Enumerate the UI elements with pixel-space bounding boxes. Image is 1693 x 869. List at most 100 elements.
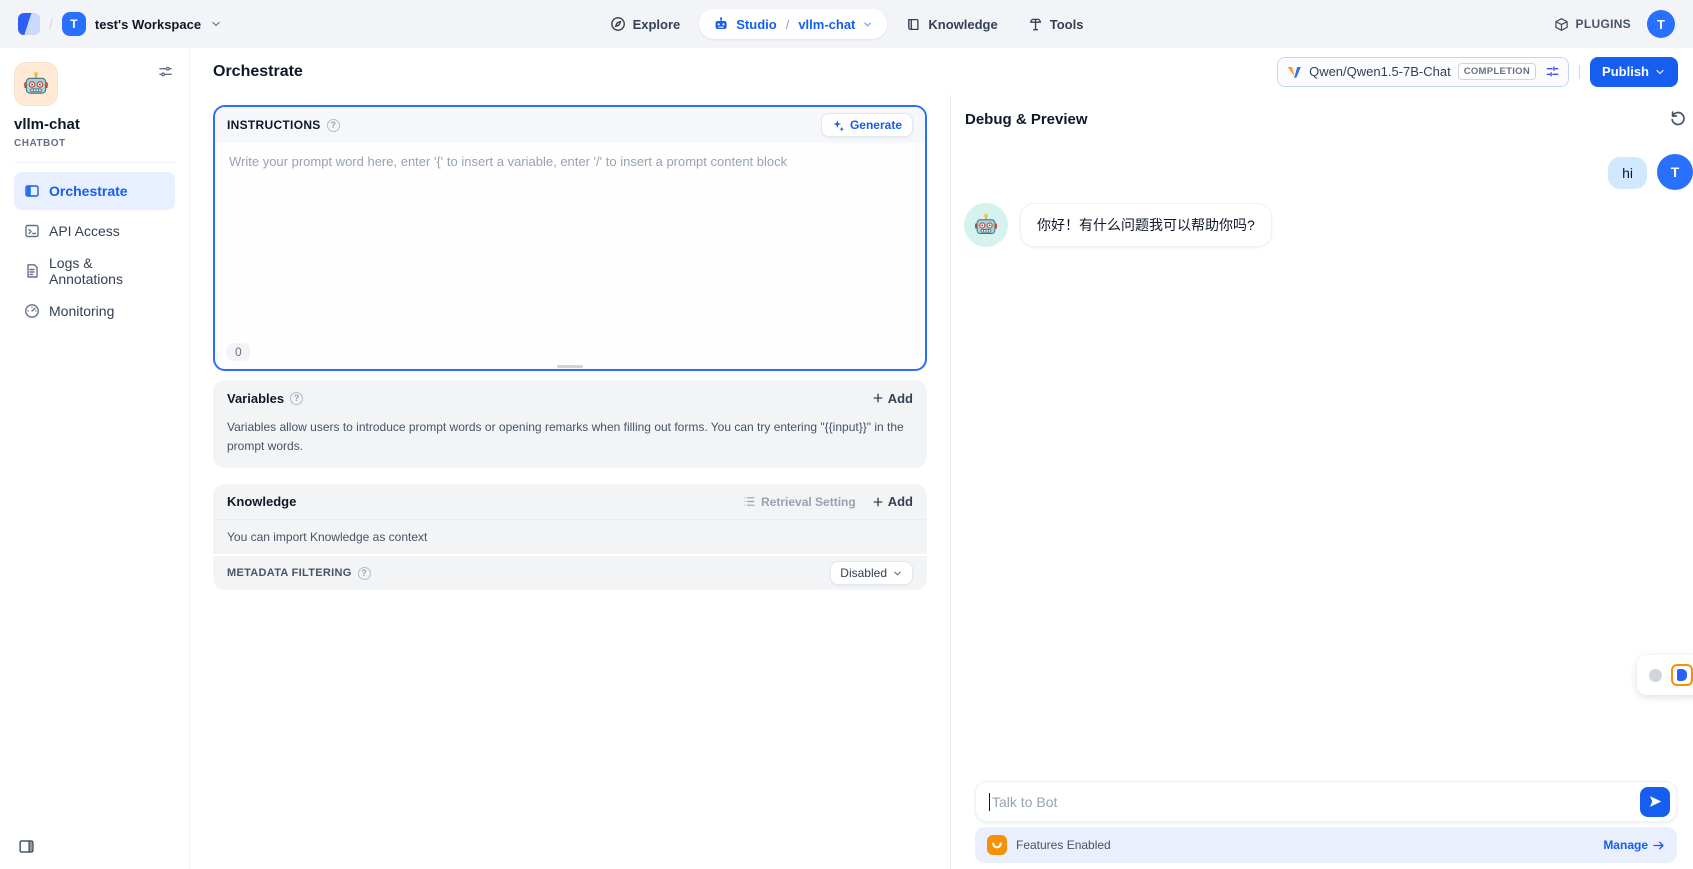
retrieval-setting-button[interactable]: Retrieval Setting bbox=[743, 495, 856, 509]
user-avatar[interactable]: T bbox=[1647, 10, 1675, 38]
chat-input[interactable]: Talk to Bot bbox=[975, 781, 1677, 822]
widget-logo-icon bbox=[1671, 664, 1693, 686]
orchestrate-config-panel: INSTRUCTIONS ? Generate 0 bbox=[190, 95, 951, 869]
workspace-badge[interactable]: T bbox=[62, 12, 86, 36]
floating-widget[interactable] bbox=[1637, 655, 1693, 695]
metadata-filtering-value: Disabled bbox=[840, 566, 887, 580]
tab-explore[interactable]: Explore bbox=[599, 9, 692, 39]
sidebar-item-monitoring[interactable]: Monitoring bbox=[14, 292, 175, 330]
tab-tools-label: Tools bbox=[1050, 17, 1084, 32]
collapse-sidebar-icon[interactable] bbox=[18, 838, 35, 855]
app-sidebar: vllm-chat CHATBOT Orchestrate API Access bbox=[0, 48, 190, 869]
instructions-textarea[interactable] bbox=[215, 143, 925, 333]
logs-icon bbox=[24, 263, 40, 279]
top-navbar: / T test's Workspace Explore Studio / vl… bbox=[0, 0, 1693, 48]
metadata-filtering-select[interactable]: Disabled bbox=[830, 561, 913, 585]
orchestrate-icon bbox=[24, 183, 40, 199]
user-message-bubble: hi bbox=[1608, 157, 1647, 189]
chevron-down-icon[interactable] bbox=[210, 18, 222, 30]
dify-logo[interactable] bbox=[18, 13, 40, 35]
sidebar-item-logs-annotations[interactable]: Logs & Annotations bbox=[14, 252, 175, 290]
metadata-filtering-title: METADATA FILTERING bbox=[227, 567, 352, 579]
knowledge-description: You can import Knowledge as context bbox=[213, 520, 927, 554]
studio-breadcrumb-separator: / bbox=[786, 17, 790, 32]
sidebar-item-orchestrate[interactable]: Orchestrate bbox=[14, 172, 175, 210]
sparkles-icon bbox=[832, 119, 845, 132]
chevron-down-icon[interactable] bbox=[862, 19, 873, 30]
publish-label: Publish bbox=[1602, 64, 1649, 79]
features-bar: Features Enabled Manage bbox=[975, 827, 1677, 863]
model-selector[interactable]: Qwen/Qwen1.5-7B-Chat COMPLETION bbox=[1277, 57, 1569, 87]
chevron-down-icon bbox=[892, 568, 903, 579]
knowledge-title: Knowledge bbox=[227, 494, 296, 509]
send-icon bbox=[1648, 794, 1663, 809]
workspace-area: / T test's Workspace bbox=[18, 12, 222, 36]
debug-preview-panel: Debug & Preview hi T bbox=[951, 95, 1693, 869]
knowledge-panel: Knowledge Retrieval Setting bbox=[213, 484, 927, 590]
bot-chat-avatar bbox=[964, 203, 1008, 247]
tab-knowledge-label: Knowledge bbox=[928, 17, 997, 32]
model-parameters-icon[interactable] bbox=[1545, 64, 1560, 79]
publish-button[interactable]: Publish bbox=[1590, 57, 1678, 87]
resize-handle[interactable] bbox=[557, 365, 583, 368]
app-avatar[interactable] bbox=[14, 62, 58, 106]
tab-studio-label: Studio bbox=[736, 17, 776, 32]
plugins-button[interactable]: PLUGINS bbox=[1554, 17, 1631, 32]
variables-description: Variables allow users to introduce promp… bbox=[213, 416, 927, 468]
navbar-right: PLUGINS T bbox=[1554, 10, 1675, 38]
vllm-logo-icon bbox=[1286, 64, 1302, 80]
retrieval-setting-icon bbox=[743, 495, 756, 508]
manage-label: Manage bbox=[1603, 838, 1648, 852]
help-icon[interactable]: ? bbox=[327, 119, 340, 132]
help-icon[interactable]: ? bbox=[358, 567, 371, 580]
debug-preview-title: Debug & Preview bbox=[965, 111, 1088, 128]
workspace-name[interactable]: test's Workspace bbox=[95, 17, 201, 32]
arrow-right-icon bbox=[1652, 839, 1665, 852]
header-divider bbox=[1579, 65, 1580, 79]
chat-message-list: hi T bbox=[951, 128, 1693, 247]
app-window: / T test's Workspace Explore Studio / vl… bbox=[0, 0, 1693, 869]
help-icon[interactable]: ? bbox=[290, 392, 303, 405]
robot-icon bbox=[713, 16, 729, 32]
tab-tools[interactable]: Tools bbox=[1017, 10, 1095, 39]
send-button[interactable] bbox=[1640, 787, 1670, 817]
app-settings-icon[interactable] bbox=[156, 62, 175, 81]
sidebar-item-label: API Access bbox=[49, 223, 120, 239]
plugins-cube-icon bbox=[1554, 17, 1569, 32]
book-icon bbox=[906, 17, 921, 32]
app-type-label: CHATBOT bbox=[14, 138, 175, 149]
plus-icon bbox=[872, 496, 884, 508]
chat-message-user: hi T bbox=[964, 154, 1693, 190]
manage-features-link[interactable]: Manage bbox=[1603, 838, 1665, 852]
variables-panel: Variables ? Add Variables allow users to… bbox=[213, 380, 927, 468]
bot-message-bubble: 你好！有什么问题我可以帮助你吗? bbox=[1020, 203, 1272, 247]
tab-explore-label: Explore bbox=[633, 17, 681, 32]
drag-dot-icon bbox=[1649, 669, 1662, 682]
hammer-icon bbox=[1028, 17, 1043, 32]
explore-icon bbox=[610, 16, 626, 32]
breadcrumb-separator: / bbox=[49, 16, 53, 32]
tab-studio[interactable]: Studio / vllm-chat bbox=[699, 9, 887, 39]
text-caret bbox=[989, 793, 990, 811]
robot-emoji-icon bbox=[22, 70, 50, 98]
add-label: Add bbox=[888, 391, 913, 406]
instructions-title: INSTRUCTIONS bbox=[227, 118, 321, 132]
sidebar-item-api-access[interactable]: API Access bbox=[14, 212, 175, 250]
features-label: Features Enabled bbox=[1016, 838, 1111, 852]
studio-app-name: vllm-chat bbox=[798, 17, 855, 32]
variables-title: Variables bbox=[227, 391, 284, 406]
terminal-icon bbox=[24, 223, 40, 239]
tab-knowledge[interactable]: Knowledge bbox=[895, 10, 1008, 39]
restart-conversation-icon[interactable] bbox=[1669, 109, 1687, 127]
robot-emoji-icon bbox=[973, 212, 999, 238]
app-name: vllm-chat bbox=[14, 116, 175, 133]
chat-input-placeholder: Talk to Bot bbox=[992, 794, 1640, 810]
add-label: Add bbox=[888, 494, 913, 509]
user-chat-avatar: T bbox=[1657, 154, 1693, 190]
main-nav: Explore Studio / vllm-chat Knowledge bbox=[599, 0, 1095, 48]
add-variable-button[interactable]: Add bbox=[872, 391, 913, 406]
sidebar-item-label: Orchestrate bbox=[49, 183, 128, 199]
plus-icon bbox=[872, 392, 884, 404]
add-knowledge-button[interactable]: Add bbox=[872, 494, 913, 509]
generate-button[interactable]: Generate bbox=[821, 113, 913, 137]
